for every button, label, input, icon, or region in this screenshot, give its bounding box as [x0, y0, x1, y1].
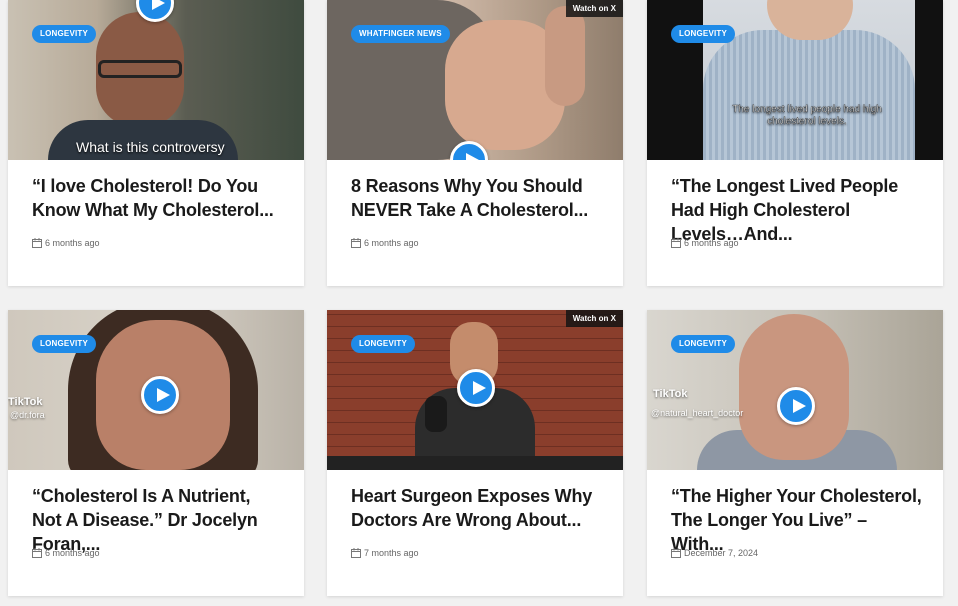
article-title[interactable]: Heart Surgeon Exposes Why Doctors Are Wr…	[351, 484, 603, 532]
tiktok-handle: @natural_heart_doctor	[651, 408, 744, 418]
video-thumbnail[interactable]: TikTok @dr.fora LONGEVITY	[8, 310, 304, 470]
video-caption: The longest lived people had high choles…	[732, 104, 882, 127]
video-thumbnail[interactable]: Watch on X WHATFINGER NEWS	[327, 0, 623, 160]
article-title[interactable]: “Cholesterol Is A Nutrient, Not A Diseas…	[32, 484, 284, 556]
post-date: 6 months ago	[684, 238, 739, 248]
calendar-icon	[351, 548, 361, 558]
article-card-6[interactable]: TikTok @natural_heart_doctor LONGEVITY “…	[647, 310, 943, 596]
category-badge[interactable]: LONGEVITY	[32, 25, 97, 43]
thumbnail-shirt	[703, 30, 915, 160]
post-date: 7 months ago	[364, 548, 419, 558]
category-badge[interactable]: LONGEVITY	[671, 25, 736, 43]
microphone	[425, 396, 447, 432]
tiktok-handle: @dr.fora	[10, 410, 45, 420]
category-badge[interactable]: WHATFINGER NEWS	[351, 25, 450, 43]
article-title[interactable]: “The Higher Your Cholesterol, The Longer…	[671, 484, 923, 556]
article-title[interactable]: 8 Reasons Why You Should NEVER Take A Ch…	[351, 174, 603, 222]
article-title[interactable]: “I love Cholesterol! Do You Know What My…	[32, 174, 284, 222]
article-title[interactable]: “The Longest Lived People Had High Chole…	[671, 174, 923, 246]
category-badge[interactable]: LONGEVITY	[32, 335, 97, 353]
play-icon	[473, 381, 486, 395]
calendar-icon	[671, 238, 681, 248]
article-card-3[interactable]: The longest lived people had high choles…	[647, 0, 943, 286]
watch-on-x-label[interactable]: Watch on X	[565, 310, 623, 327]
video-thumbnail[interactable]: TikTok @natural_heart_doctor LONGEVITY	[647, 310, 943, 470]
post-meta: December 7, 2024	[671, 548, 758, 558]
post-date: 6 months ago	[45, 238, 100, 248]
article-card-1[interactable]: What is this controversy LONGEVITY “I lo…	[8, 0, 304, 286]
glasses	[98, 60, 182, 78]
video-thumbnail[interactable]: What is this controversy LONGEVITY	[8, 0, 304, 160]
calendar-icon	[32, 238, 42, 248]
post-date: 6 months ago	[364, 238, 419, 248]
play-icon	[152, 0, 165, 10]
watch-on-x-label[interactable]: Watch on X	[565, 0, 623, 17]
play-button[interactable]	[777, 387, 815, 425]
play-icon	[793, 399, 806, 413]
video-caption: What is this controversy	[76, 139, 225, 155]
play-icon	[157, 388, 170, 402]
tiktok-watermark: TikTok	[8, 396, 43, 408]
category-badge[interactable]: LONGEVITY	[351, 335, 416, 353]
post-meta: 7 months ago	[351, 548, 419, 558]
play-button[interactable]	[457, 369, 495, 407]
thumbnail-hand	[545, 6, 585, 106]
play-icon	[466, 153, 479, 160]
post-date: 6 months ago	[45, 548, 100, 558]
post-date: December 7, 2024	[684, 548, 759, 558]
video-thumbnail[interactable]: The longest lived people had high choles…	[647, 0, 943, 160]
desk	[327, 456, 623, 470]
calendar-icon	[351, 238, 361, 248]
article-card-4[interactable]: TikTok @dr.fora LONGEVITY “Cholesterol I…	[8, 310, 304, 596]
post-meta: 6 months ago	[671, 238, 739, 248]
calendar-icon	[671, 548, 681, 558]
article-card-2[interactable]: Watch on X WHATFINGER NEWS 8 Reasons Why…	[327, 0, 623, 286]
category-badge[interactable]: LONGEVITY	[671, 335, 736, 353]
play-button[interactable]	[141, 376, 179, 414]
tiktok-watermark: TikTok	[653, 388, 688, 400]
video-thumbnail[interactable]: Watch on X LONGEVITY	[327, 310, 623, 470]
calendar-icon	[32, 548, 42, 558]
post-meta: 6 months ago	[32, 238, 100, 248]
post-meta: 6 months ago	[351, 238, 419, 248]
post-meta: 6 months ago	[32, 548, 100, 558]
article-card-5[interactable]: Watch on X LONGEVITY Heart Surgeon Expos…	[327, 310, 623, 596]
